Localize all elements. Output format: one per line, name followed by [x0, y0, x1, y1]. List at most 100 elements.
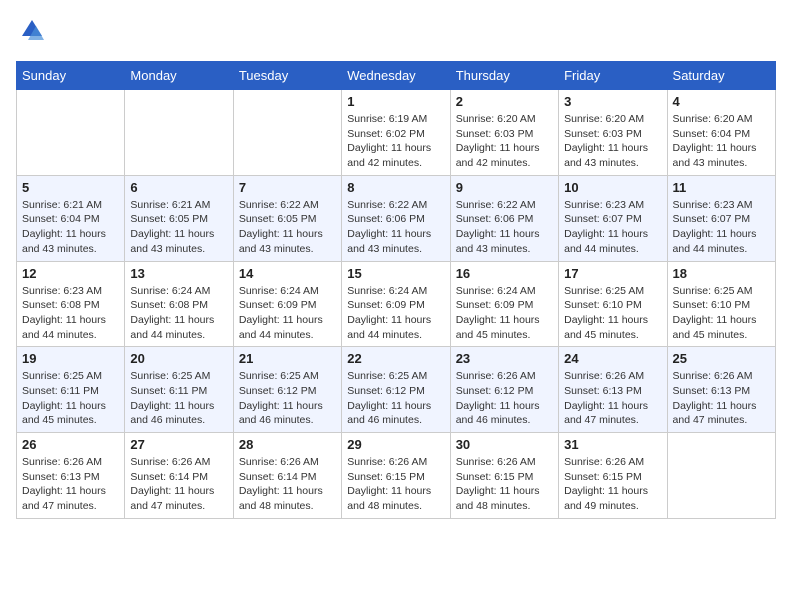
day-number: 6 — [130, 180, 227, 195]
day-cell: 11 Sunrise: 6:23 AMSunset: 6:07 PMDayligh… — [667, 175, 775, 261]
day-cell: 18 Sunrise: 6:25 AMSunset: 6:10 PMDayligh… — [667, 261, 775, 347]
day-cell: 12 Sunrise: 6:23 AMSunset: 6:08 PMDayligh… — [17, 261, 125, 347]
day-number: 31 — [564, 437, 661, 452]
day-info: Sunrise: 6:20 AMSunset: 6:04 PMDaylight:… — [673, 112, 770, 171]
day-number: 28 — [239, 437, 336, 452]
day-info: Sunrise: 6:26 AMSunset: 6:13 PMDaylight:… — [22, 455, 119, 514]
day-cell: 16 Sunrise: 6:24 AMSunset: 6:09 PMDayligh… — [450, 261, 558, 347]
day-cell: 15Sunrise: 6:24 AMSunset: 6:09 PMDayligh… — [342, 261, 450, 347]
day-cell — [17, 90, 125, 176]
day-cell — [667, 433, 775, 519]
day-number: 14 — [239, 266, 336, 281]
day-cell: 7 Sunrise: 6:22 AMSunset: 6:05 PMDaylight… — [233, 175, 341, 261]
day-info: Sunrise: 6:26 AMSunset: 6:14 PMDaylight:… — [239, 455, 336, 514]
day-cell: 30 Sunrise: 6:26 AMSunset: 6:15 PMDayligh… — [450, 433, 558, 519]
day-cell: 8Sunrise: 6:22 AMSunset: 6:06 PMDaylight… — [342, 175, 450, 261]
day-info: Sunrise: 6:24 AMSunset: 6:09 PMDaylight:… — [239, 284, 336, 343]
day-cell: 25 Sunrise: 6:26 AMSunset: 6:13 PMDayligh… — [667, 347, 775, 433]
day-number: 3 — [564, 94, 661, 109]
day-info: Sunrise: 6:26 AMSunset: 6:15 PMDaylight:… — [456, 455, 553, 514]
day-info: Sunrise: 6:25 AMSunset: 6:10 PMDaylight:… — [564, 284, 661, 343]
logo-icon — [18, 16, 46, 44]
day-info: Sunrise: 6:23 AMSunset: 6:07 PMDaylight:… — [564, 198, 661, 257]
day-number: 8 — [347, 180, 444, 195]
day-info: Sunrise: 6:26 AMSunset: 6:13 PMDaylight:… — [673, 369, 770, 428]
day-number: 16 — [456, 266, 553, 281]
week-row-5: 26Sunrise: 6:26 AMSunset: 6:13 PMDayligh… — [17, 433, 776, 519]
header-tuesday: Tuesday — [233, 62, 341, 90]
day-number: 27 — [130, 437, 227, 452]
day-number: 25 — [673, 351, 770, 366]
day-number: 7 — [239, 180, 336, 195]
header-thursday: Thursday — [450, 62, 558, 90]
day-cell: 3 Sunrise: 6:20 AMSunset: 6:03 PMDaylight… — [559, 90, 667, 176]
day-cell: 17 Sunrise: 6:25 AMSunset: 6:10 PMDayligh… — [559, 261, 667, 347]
day-cell: 31 Sunrise: 6:26 AMSunset: 6:15 PMDayligh… — [559, 433, 667, 519]
day-number: 11 — [673, 180, 770, 195]
day-number: 22 — [347, 351, 444, 366]
day-cell: 19 Sunrise: 6:25 AMSunset: 6:11 PMDayligh… — [17, 347, 125, 433]
day-number: 10 — [564, 180, 661, 195]
day-info: Sunrise: 6:25 AMSunset: 6:10 PMDaylight:… — [673, 284, 770, 343]
day-info: Sunrise: 6:26 AMSunset: 6:15 PMDaylight:… — [347, 455, 444, 514]
day-info: Sunrise: 6:24 AMSunset: 6:09 PMDaylight:… — [347, 284, 444, 343]
day-cell: 4 Sunrise: 6:20 AMSunset: 6:04 PMDaylight… — [667, 90, 775, 176]
day-number: 13 — [130, 266, 227, 281]
day-number: 9 — [456, 180, 553, 195]
day-info: Sunrise: 6:23 AMSunset: 6:08 PMDaylight:… — [22, 284, 119, 343]
day-cell: 22Sunrise: 6:25 AMSunset: 6:12 PMDayligh… — [342, 347, 450, 433]
day-number: 4 — [673, 94, 770, 109]
day-info: Sunrise: 6:19 AMSunset: 6:02 PMDaylight:… — [347, 112, 444, 171]
week-row-2: 5 Sunrise: 6:21 AMSunset: 6:04 PMDaylight… — [17, 175, 776, 261]
header-saturday: Saturday — [667, 62, 775, 90]
day-number: 5 — [22, 180, 119, 195]
day-info: Sunrise: 6:26 AMSunset: 6:13 PMDaylight:… — [564, 369, 661, 428]
day-info: Sunrise: 6:26 AMSunset: 6:15 PMDaylight:… — [564, 455, 661, 514]
day-cell — [233, 90, 341, 176]
day-number: 18 — [673, 266, 770, 281]
day-number: 19 — [22, 351, 119, 366]
day-cell: 26Sunrise: 6:26 AMSunset: 6:13 PMDayligh… — [17, 433, 125, 519]
day-number: 21 — [239, 351, 336, 366]
week-row-4: 19 Sunrise: 6:25 AMSunset: 6:11 PMDayligh… — [17, 347, 776, 433]
header-monday: Monday — [125, 62, 233, 90]
day-number: 17 — [564, 266, 661, 281]
day-cell — [125, 90, 233, 176]
day-cell: 9Sunrise: 6:22 AMSunset: 6:06 PMDaylight… — [450, 175, 558, 261]
day-cell: 24 Sunrise: 6:26 AMSunset: 6:13 PMDayligh… — [559, 347, 667, 433]
header-row: SundayMondayTuesdayWednesdayThursdayFrid… — [17, 62, 776, 90]
day-info: Sunrise: 6:25 AMSunset: 6:12 PMDaylight:… — [239, 369, 336, 428]
day-number: 24 — [564, 351, 661, 366]
header-friday: Friday — [559, 62, 667, 90]
day-cell: 6 Sunrise: 6:21 AMSunset: 6:05 PMDaylight… — [125, 175, 233, 261]
day-cell: 28 Sunrise: 6:26 AMSunset: 6:14 PMDayligh… — [233, 433, 341, 519]
day-cell: 29Sunrise: 6:26 AMSunset: 6:15 PMDayligh… — [342, 433, 450, 519]
day-number: 30 — [456, 437, 553, 452]
day-info: Sunrise: 6:24 AMSunset: 6:09 PMDaylight:… — [456, 284, 553, 343]
day-info: Sunrise: 6:20 AMSunset: 6:03 PMDaylight:… — [456, 112, 553, 171]
day-info: Sunrise: 6:21 AMSunset: 6:05 PMDaylight:… — [130, 198, 227, 257]
day-number: 2 — [456, 94, 553, 109]
day-cell: 27 Sunrise: 6:26 AMSunset: 6:14 PMDayligh… — [125, 433, 233, 519]
day-info: Sunrise: 6:20 AMSunset: 6:03 PMDaylight:… — [564, 112, 661, 171]
day-cell: 21 Sunrise: 6:25 AMSunset: 6:12 PMDayligh… — [233, 347, 341, 433]
day-cell: 14 Sunrise: 6:24 AMSunset: 6:09 PMDayligh… — [233, 261, 341, 347]
calendar-table: SundayMondayTuesdayWednesdayThursdayFrid… — [16, 61, 776, 519]
day-cell: 20 Sunrise: 6:25 AMSunset: 6:11 PMDayligh… — [125, 347, 233, 433]
day-info: Sunrise: 6:23 AMSunset: 6:07 PMDaylight:… — [673, 198, 770, 257]
day-info: Sunrise: 6:25 AMSunset: 6:11 PMDaylight:… — [130, 369, 227, 428]
day-info: Sunrise: 6:21 AMSunset: 6:04 PMDaylight:… — [22, 198, 119, 257]
header-wednesday: Wednesday — [342, 62, 450, 90]
day-number: 20 — [130, 351, 227, 366]
day-cell: 10 Sunrise: 6:23 AMSunset: 6:07 PMDayligh… — [559, 175, 667, 261]
day-cell: 23Sunrise: 6:26 AMSunset: 6:12 PMDayligh… — [450, 347, 558, 433]
day-number: 12 — [22, 266, 119, 281]
day-cell: 5 Sunrise: 6:21 AMSunset: 6:04 PMDaylight… — [17, 175, 125, 261]
day-info: Sunrise: 6:24 AMSunset: 6:08 PMDaylight:… — [130, 284, 227, 343]
day-cell: 1Sunrise: 6:19 AMSunset: 6:02 PMDaylight… — [342, 90, 450, 176]
day-info: Sunrise: 6:26 AMSunset: 6:14 PMDaylight:… — [130, 455, 227, 514]
day-info: Sunrise: 6:25 AMSunset: 6:11 PMDaylight:… — [22, 369, 119, 428]
day-info: Sunrise: 6:22 AMSunset: 6:05 PMDaylight:… — [239, 198, 336, 257]
day-info: Sunrise: 6:26 AMSunset: 6:12 PMDaylight:… — [456, 369, 553, 428]
header-sunday: Sunday — [17, 62, 125, 90]
